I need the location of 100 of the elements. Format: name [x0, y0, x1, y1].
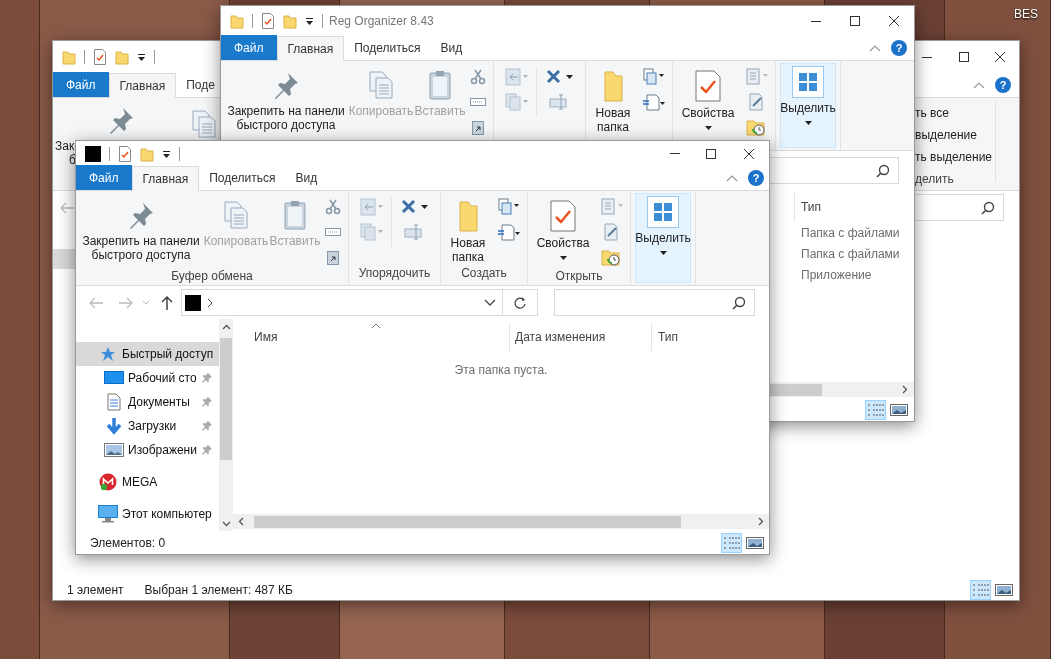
cut-button[interactable]	[470, 67, 486, 87]
ribbon-tab[interactable]: Поделиться	[199, 165, 286, 190]
grid-icon	[792, 66, 824, 98]
pin-button[interactable]: Закрепить на панели быстрого доступа	[80, 197, 202, 262]
move-to-button[interactable]	[359, 197, 383, 217]
properties-icon[interactable]	[118, 145, 132, 162]
file-menu-tab[interactable]: Файл	[53, 72, 109, 97]
new-item-button[interactable]	[641, 67, 665, 87]
list-icon	[599, 198, 623, 216]
pin-icon	[202, 421, 212, 431]
column-header[interactable]: Дата изменения	[509, 323, 651, 351]
new-folder-icon[interactable]	[283, 13, 297, 29]
move-to-button[interactable]	[504, 67, 528, 87]
ribbon-group-label: Буфер обмена	[170, 268, 254, 285]
recent-locations-button[interactable]	[142, 300, 150, 305]
nav-item[interactable]: MEGA	[76, 470, 219, 494]
horizontal-scrollbar[interactable]	[233, 514, 769, 529]
column-header[interactable]: Тип	[794, 192, 914, 222]
nav-item[interactable]: Загрузки	[76, 414, 219, 438]
ribbon-tab[interactable]: Главная	[131, 166, 200, 191]
pencil-icon	[747, 93, 765, 111]
ribbon-tab[interactable]: Поде	[176, 72, 215, 97]
chevron-down-icon	[142, 300, 150, 305]
scrollbar-thumb[interactable]	[220, 338, 232, 460]
select-button[interactable]: Выделить	[635, 193, 691, 283]
file-menu-tab[interactable]: Файл	[221, 35, 277, 60]
nav-item[interactable]: Быстрый доступ	[76, 342, 219, 366]
table-cell-text: Папка с файлами	[800, 224, 901, 242]
help-button[interactable]: ?	[748, 170, 764, 186]
new-folder-button[interactable]: Новая папка	[590, 67, 636, 134]
scrollbar-thumb[interactable]	[770, 383, 822, 396]
folder-icon[interactable]	[85, 145, 101, 162]
copy-to-button[interactable]	[504, 92, 528, 112]
details-view-button[interactable]	[721, 532, 742, 553]
minimize-icon	[922, 56, 932, 58]
new-folder-icon[interactable]	[115, 49, 129, 65]
ribbon-menu-item[interactable]: выделение	[915, 124, 995, 146]
copy-to-button[interactable]	[359, 222, 383, 242]
help-button[interactable]: ?	[891, 40, 907, 56]
search-field[interactable]	[769, 157, 899, 184]
properties-icon[interactable]	[93, 49, 107, 65]
column-header[interactable]: Тип	[651, 323, 769, 351]
new-item-button[interactable]	[496, 197, 520, 217]
ribbon-group-label: делить	[915, 171, 955, 188]
address-bar[interactable]	[181, 289, 503, 316]
scrollbar-thumb[interactable]	[254, 515, 681, 528]
back-button[interactable]	[88, 296, 104, 309]
vertical-scrollbar[interactable]	[219, 319, 233, 531]
properties-button[interactable]: Свойства	[532, 197, 594, 260]
nav-item[interactable]: Рабочий сто	[76, 366, 219, 390]
search-field[interactable]	[914, 194, 1004, 221]
open-button[interactable]	[744, 67, 768, 87]
ribbon-tab[interactable]: Вид	[430, 35, 473, 60]
search-field[interactable]	[554, 289, 755, 316]
properties-icon[interactable]	[261, 13, 275, 29]
maximize-icon	[848, 15, 861, 27]
desktop-icon-label[interactable]: BES	[1014, 5, 1038, 23]
history-button[interactable]	[601, 247, 621, 267]
ribbon-tab[interactable]: Вид	[285, 165, 328, 190]
window-title: Reg Organizer 8.43	[329, 13, 434, 30]
nav-item[interactable]: Документы	[76, 390, 219, 414]
edit-button[interactable]	[747, 92, 765, 112]
ribbon-tab[interactable]: Поделиться	[344, 35, 431, 60]
properties-button[interactable]: Свойства	[677, 67, 739, 130]
collapse-ribbon-button[interactable]	[869, 44, 881, 52]
customize-dropdown-icon[interactable]	[305, 15, 314, 27]
collapse-ribbon-button[interactable]	[973, 81, 985, 89]
details-view-button[interactable]	[970, 579, 991, 600]
edit-button[interactable]	[602, 222, 620, 242]
pin-button[interactable]: Закрепить на панели быстрого доступа	[225, 67, 347, 132]
new-folder-button[interactable]: Новая папка	[445, 197, 491, 264]
select-button[interactable]: Выделить	[780, 63, 836, 148]
refresh-button[interactable]	[503, 289, 538, 316]
horizontal-scrollbar[interactable]	[770, 382, 914, 397]
cut-button[interactable]	[325, 197, 341, 217]
help-button[interactable]: ?	[995, 77, 1011, 93]
ribbon-group-label: Создать	[460, 265, 508, 282]
history-button[interactable]	[746, 117, 766, 137]
chevron-up-icon	[869, 44, 881, 52]
ribbon-tab[interactable]: Главная	[108, 73, 177, 98]
up-button[interactable]	[160, 294, 174, 311]
close-icon	[994, 51, 1006, 63]
new-folder-icon[interactable]	[140, 145, 154, 162]
ribbon-tab[interactable]: Главная	[276, 36, 345, 61]
forward-button[interactable]	[118, 296, 134, 309]
easy-access-button[interactable]	[496, 222, 520, 242]
ribbon-button-label: Зак	[55, 139, 75, 153]
ribbon-menu-item[interactable]: ть все	[915, 102, 995, 124]
nav-item[interactable]: Этот компьютер	[76, 502, 219, 526]
nav-item[interactable]: Изображени	[76, 438, 219, 462]
column-header[interactable]: Имя	[233, 323, 509, 351]
scissors-icon	[470, 69, 486, 85]
file-menu-tab[interactable]: Файл	[76, 165, 132, 190]
easy-access-button[interactable]	[641, 92, 665, 112]
arrow-left-icon	[88, 296, 104, 309]
collapse-ribbon-button[interactable]	[726, 174, 738, 182]
customize-dropdown-icon[interactable]	[137, 51, 146, 63]
ribbon-menu-item[interactable]: ть выделение	[915, 146, 995, 168]
open-button[interactable]	[599, 197, 623, 217]
table-cell-text: Приложение	[800, 266, 873, 284]
